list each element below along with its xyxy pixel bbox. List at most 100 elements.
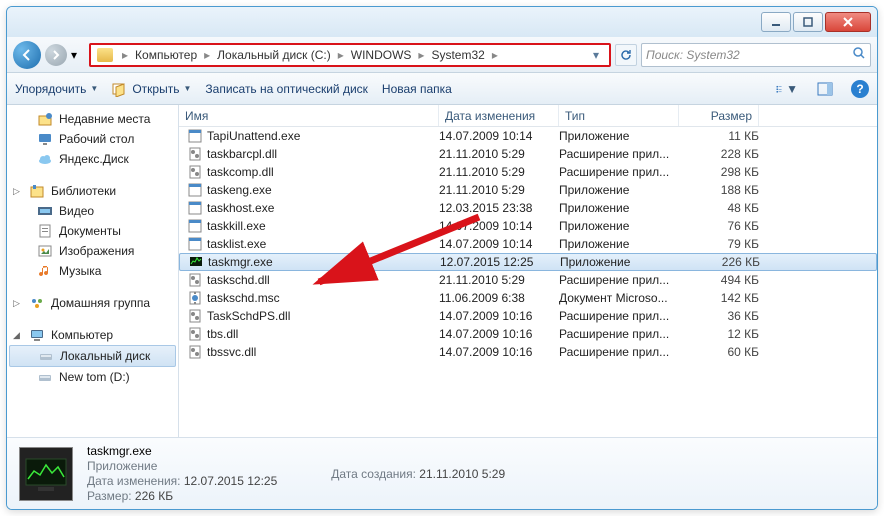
search-icon [852,46,866,63]
file-row[interactable]: taskkill.exe14.07.2009 10:14Приложение76… [179,217,877,235]
file-date: 14.07.2009 10:14 [439,219,559,233]
file-icon [187,128,203,144]
file-type: Приложение [559,129,679,143]
file-row[interactable]: taskcomp.dll21.11.2010 5:29Расширение пр… [179,163,877,181]
file-row[interactable]: taskbarcpl.dll21.11.2010 5:29Расширение … [179,145,877,163]
file-icon [187,308,203,324]
file-type: Приложение [559,237,679,251]
document-icon [37,223,53,239]
file-row[interactable]: taskhost.exe12.03.2015 23:38Приложение48… [179,199,877,217]
file-icon [187,344,203,360]
file-row[interactable]: taskmgr.exe12.07.2015 12:25Приложение226… [179,253,877,271]
file-row[interactable]: taskschd.dll21.11.2010 5:29Расширение пр… [179,271,877,289]
crumb-disk[interactable]: Локальный диск (C:) [215,48,333,62]
file-icon [187,326,203,342]
address-bar[interactable]: ▸ Компьютер ▸ Локальный диск (C:) ▸ WIND… [89,43,611,67]
col-date[interactable]: Дата изменения [439,105,559,126]
close-button[interactable] [825,12,871,32]
sidebar-item-video[interactable]: Видео [7,201,178,221]
file-name: TaskSchdPS.dll [207,309,290,323]
file-date: 14.07.2009 10:14 [439,237,559,251]
file-row[interactable]: TapiUnattend.exe14.07.2009 10:14Приложен… [179,127,877,145]
collapse-icon[interactable]: ◢ [13,330,20,341]
minimize-button[interactable] [761,12,791,32]
refresh-button[interactable] [615,44,637,66]
crumb-system32[interactable]: System32 [429,48,486,62]
sidebar-item-documents[interactable]: Документы [7,221,178,241]
chevron-right-icon: ▸ [489,48,501,62]
file-size: 188 КБ [679,183,759,197]
back-button[interactable] [13,41,41,69]
file-icon [187,200,203,216]
help-button[interactable]: ? [851,80,869,98]
desktop-icon [37,131,53,147]
file-name: tbssvc.dll [207,345,256,359]
file-row[interactable]: TaskSchdPS.dll14.07.2009 10:16Расширение… [179,307,877,325]
file-row[interactable]: taskeng.exe21.11.2010 5:29Приложение188 … [179,181,877,199]
col-size[interactable]: Размер [679,105,759,126]
sidebar-item-libraries[interactable]: ▷Библиотеки [7,181,178,201]
search-placeholder: Поиск: System32 [646,48,852,62]
sidebar-item-yandex[interactable]: Яндекс.Диск [7,149,178,169]
file-row[interactable]: tasklist.exe14.07.2009 10:14Приложение79… [179,235,877,253]
sidebar-item-homegroup[interactable]: ▷Домашняя группа [7,293,178,313]
new-folder-button[interactable]: Новая папка [382,82,452,96]
file-date: 21.11.2010 5:29 [439,147,559,161]
sidebar-item-computer[interactable]: ◢Компьютер [7,325,178,345]
sidebar-item-music[interactable]: Музыка [7,261,178,281]
open-button[interactable]: Открыть▼ [112,81,191,97]
cloud-icon [37,151,53,167]
file-row[interactable]: tbssvc.dll14.07.2009 10:16Расширение при… [179,343,877,361]
col-type[interactable]: Тип [559,105,679,126]
video-icon [37,203,53,219]
file-date: 12.07.2015 12:25 [440,255,560,269]
disk-icon [38,348,54,364]
file-name: taskbarcpl.dll [207,147,277,161]
file-size: 11 КБ [679,129,759,143]
file-name: TapiUnattend.exe [207,129,300,143]
file-icon [187,290,203,306]
sidebar-item-recent[interactable]: Недавние места [7,109,178,129]
preview-pane-button[interactable] [813,78,837,100]
expand-icon[interactable]: ▷ [13,298,20,309]
file-row[interactable]: tbs.dll14.07.2009 10:16Расширение прил..… [179,325,877,343]
expand-icon[interactable]: ▷ [13,186,20,197]
file-size: 298 КБ [679,165,759,179]
crumb-windows[interactable]: WINDOWS [349,48,414,62]
titlebar [7,7,877,37]
open-icon [112,81,128,97]
history-dropdown[interactable]: ▾ [71,48,85,62]
sidebar-item-desktop[interactable]: Рабочий стол [7,129,178,149]
file-name: taskeng.exe [207,183,272,197]
file-date: 11.06.2009 6:38 [439,291,559,305]
search-input[interactable]: Поиск: System32 [641,43,871,67]
file-row[interactable]: taskschd.msc 11.06.2009 6:38Документ Micr… [179,289,877,307]
file-size: 142 КБ [679,291,759,305]
file-date: 21.11.2010 5:29 [439,165,559,179]
sidebar-item-pictures[interactable]: Изображения [7,241,178,261]
forward-button[interactable] [45,44,67,66]
sidebar-item-newtom[interactable]: New tom (D:) [7,367,178,387]
file-size: 76 КБ [679,219,759,233]
burn-button[interactable]: Записать на оптический диск [205,82,368,96]
organize-menu[interactable]: Упорядочить▼ [15,82,98,96]
file-date: 21.11.2010 5:29 [439,273,559,287]
chevron-right-icon: ▸ [119,48,131,62]
file-date: 21.11.2010 5:29 [439,183,559,197]
file-type: Расширение прил... [559,327,679,341]
details-text: taskmgr.exe Приложение Дата изменения: 1… [87,444,277,503]
file-date: 14.07.2009 10:16 [439,309,559,323]
folder-icon [97,48,113,62]
details-created: Дата создания: 21.11.2010 5:29 [331,467,505,481]
file-name: taskschd.msc [207,291,280,305]
navbar: ▾ ▸ Компьютер ▸ Локальный диск (C:) ▸ WI… [7,37,877,73]
column-headers: Имя Дата изменения Тип Размер [179,105,877,127]
address-dropdown[interactable]: ▾ [587,46,605,64]
col-name[interactable]: Имя [179,105,439,126]
sidebar-item-localdisk[interactable]: Локальный диск [9,345,176,367]
view-options-button[interactable]: ▼ [775,78,799,100]
maximize-button[interactable] [793,12,823,32]
crumb-computer[interactable]: Компьютер [133,48,199,62]
file-type: Приложение [559,201,679,215]
file-type: Документ Microso... [559,291,679,305]
